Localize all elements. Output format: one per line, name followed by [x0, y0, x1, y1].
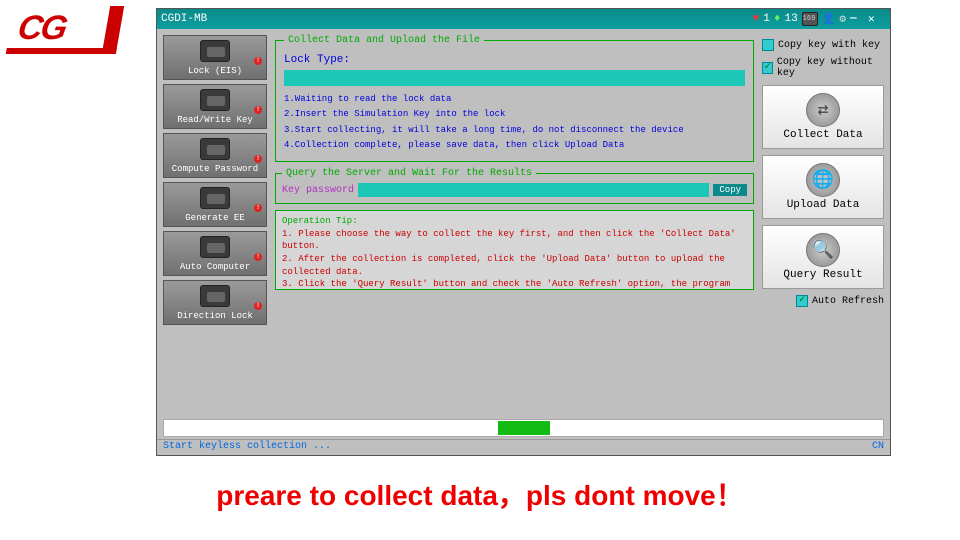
right-panel: Copy key with key ✓ Copy key without key…	[762, 35, 884, 413]
query-panel: Query the Server and Wait For the Result…	[275, 168, 754, 204]
nav-read-write-key[interactable]: !Read/Write Key	[163, 84, 267, 129]
collect-data-button[interactable]: ⇄ Collect Data	[762, 85, 884, 149]
key-password-label: Key password	[282, 185, 354, 196]
diamond-count: 13	[784, 13, 797, 25]
steering-icon	[200, 285, 230, 307]
key-icon	[200, 89, 230, 111]
step-4: 4.Collection complete, please save data,…	[284, 138, 745, 153]
heart-count: 1	[763, 13, 770, 25]
close-button[interactable]: ✕	[868, 12, 882, 26]
brand-logo: CG	[6, 6, 124, 54]
nav-label: Direction Lock	[177, 311, 253, 321]
checkbox-checked-icon: ✓	[762, 62, 773, 74]
search-icon: 🔍	[806, 233, 840, 267]
lock-type-value	[284, 70, 745, 86]
upload-data-button[interactable]: 🌐 Upload Data	[762, 155, 884, 219]
settings-icon[interactable]	[839, 12, 846, 26]
button-label: Upload Data	[787, 199, 860, 211]
heart-icon	[753, 13, 760, 25]
auto-refresh-option[interactable]: ✓ Auto Refresh	[762, 295, 884, 307]
nav-label: Compute Password	[172, 164, 258, 174]
nav-compute-password[interactable]: !Compute Password	[163, 133, 267, 178]
nav-auto-computer[interactable]: !Auto Computer	[163, 231, 267, 276]
collect-data-panel: Collect Data and Upload the File Lock Ty…	[275, 35, 754, 162]
nav-label: Generate EE	[185, 213, 244, 223]
sidebar: !Lock (EIS) !Read/Write Key !Compute Pas…	[163, 35, 267, 413]
step-2: 2.Insert the Simulation Key into the loc…	[284, 107, 745, 122]
key-password-input[interactable]	[358, 183, 709, 197]
button-label: Collect Data	[783, 129, 862, 141]
nav-label: Lock (EIS)	[188, 66, 242, 76]
step-3: 3.Start collecting, it will take a long …	[284, 123, 745, 138]
checkbox-checked-icon: ✓	[796, 295, 808, 307]
status-text: Start keyless collection ...	[163, 441, 331, 454]
tip-line-1: 1. Please choose the way to collect the …	[282, 228, 747, 253]
window-title: CGDI-MB	[161, 13, 753, 25]
ee-icon	[200, 187, 230, 209]
minimize-button[interactable]: —	[850, 13, 864, 25]
title-bar: CGDI-MB 1 13 169 — ✕	[157, 9, 890, 29]
steps-list: 1.Waiting to read the lock data 2.Insert…	[284, 92, 745, 153]
user-icon[interactable]	[822, 12, 836, 26]
copy-with-key-option[interactable]: Copy key with key	[762, 39, 884, 51]
lock-icon	[200, 40, 230, 62]
app-window: CGDI-MB 1 13 169 — ✕ !Lock (EIS) !Read/W…	[156, 8, 891, 456]
nav-label: Read/Write Key	[177, 115, 253, 125]
chip-icon[interactable]: 169	[802, 12, 818, 26]
nav-generate-ee[interactable]: !Generate EE	[163, 182, 267, 227]
lock-type-label: Lock Type:	[284, 54, 745, 66]
step-1: 1.Waiting to read the lock data	[284, 92, 745, 107]
copy-button[interactable]: Copy	[713, 184, 747, 196]
copy-without-key-option[interactable]: ✓ Copy key without key	[762, 57, 884, 79]
nav-label: Auto Computer	[180, 262, 250, 272]
chip-device-icon	[200, 138, 230, 160]
tip-header: Operation Tip:	[282, 215, 747, 228]
tip-line-2: 2. After the collection is completed, cl…	[282, 253, 747, 278]
external-caption: preare to collect data，pls dont move！	[0, 474, 960, 514]
status-bar: Start keyless collection ... CN	[157, 439, 890, 455]
nav-direction-lock[interactable]: !Direction Lock	[163, 280, 267, 325]
ecu-icon	[200, 236, 230, 258]
query-legend: Query the Server and Wait For the Result…	[282, 168, 536, 179]
collect-legend: Collect Data and Upload the File	[284, 35, 484, 46]
button-label: Query Result	[783, 269, 862, 281]
globe-icon: 🌐	[806, 163, 840, 197]
tip-line-3: 3. Click the 'Query Result' button and c…	[282, 278, 747, 290]
option-label: Copy key without key	[777, 57, 884, 79]
progress-bar	[163, 419, 884, 437]
nav-lock-eis[interactable]: !Lock (EIS)	[163, 35, 267, 80]
progress-fill	[498, 421, 550, 435]
diamond-icon	[774, 13, 781, 25]
checkbox-icon	[762, 39, 774, 51]
collect-icon: ⇄	[806, 93, 840, 127]
option-label: Copy key with key	[778, 40, 880, 51]
lang-indicator[interactable]: CN	[872, 441, 884, 454]
option-label: Auto Refresh	[812, 296, 884, 307]
query-result-button[interactable]: 🔍 Query Result	[762, 225, 884, 289]
operation-tip-box: Operation Tip: 1. Please choose the way …	[275, 210, 754, 290]
